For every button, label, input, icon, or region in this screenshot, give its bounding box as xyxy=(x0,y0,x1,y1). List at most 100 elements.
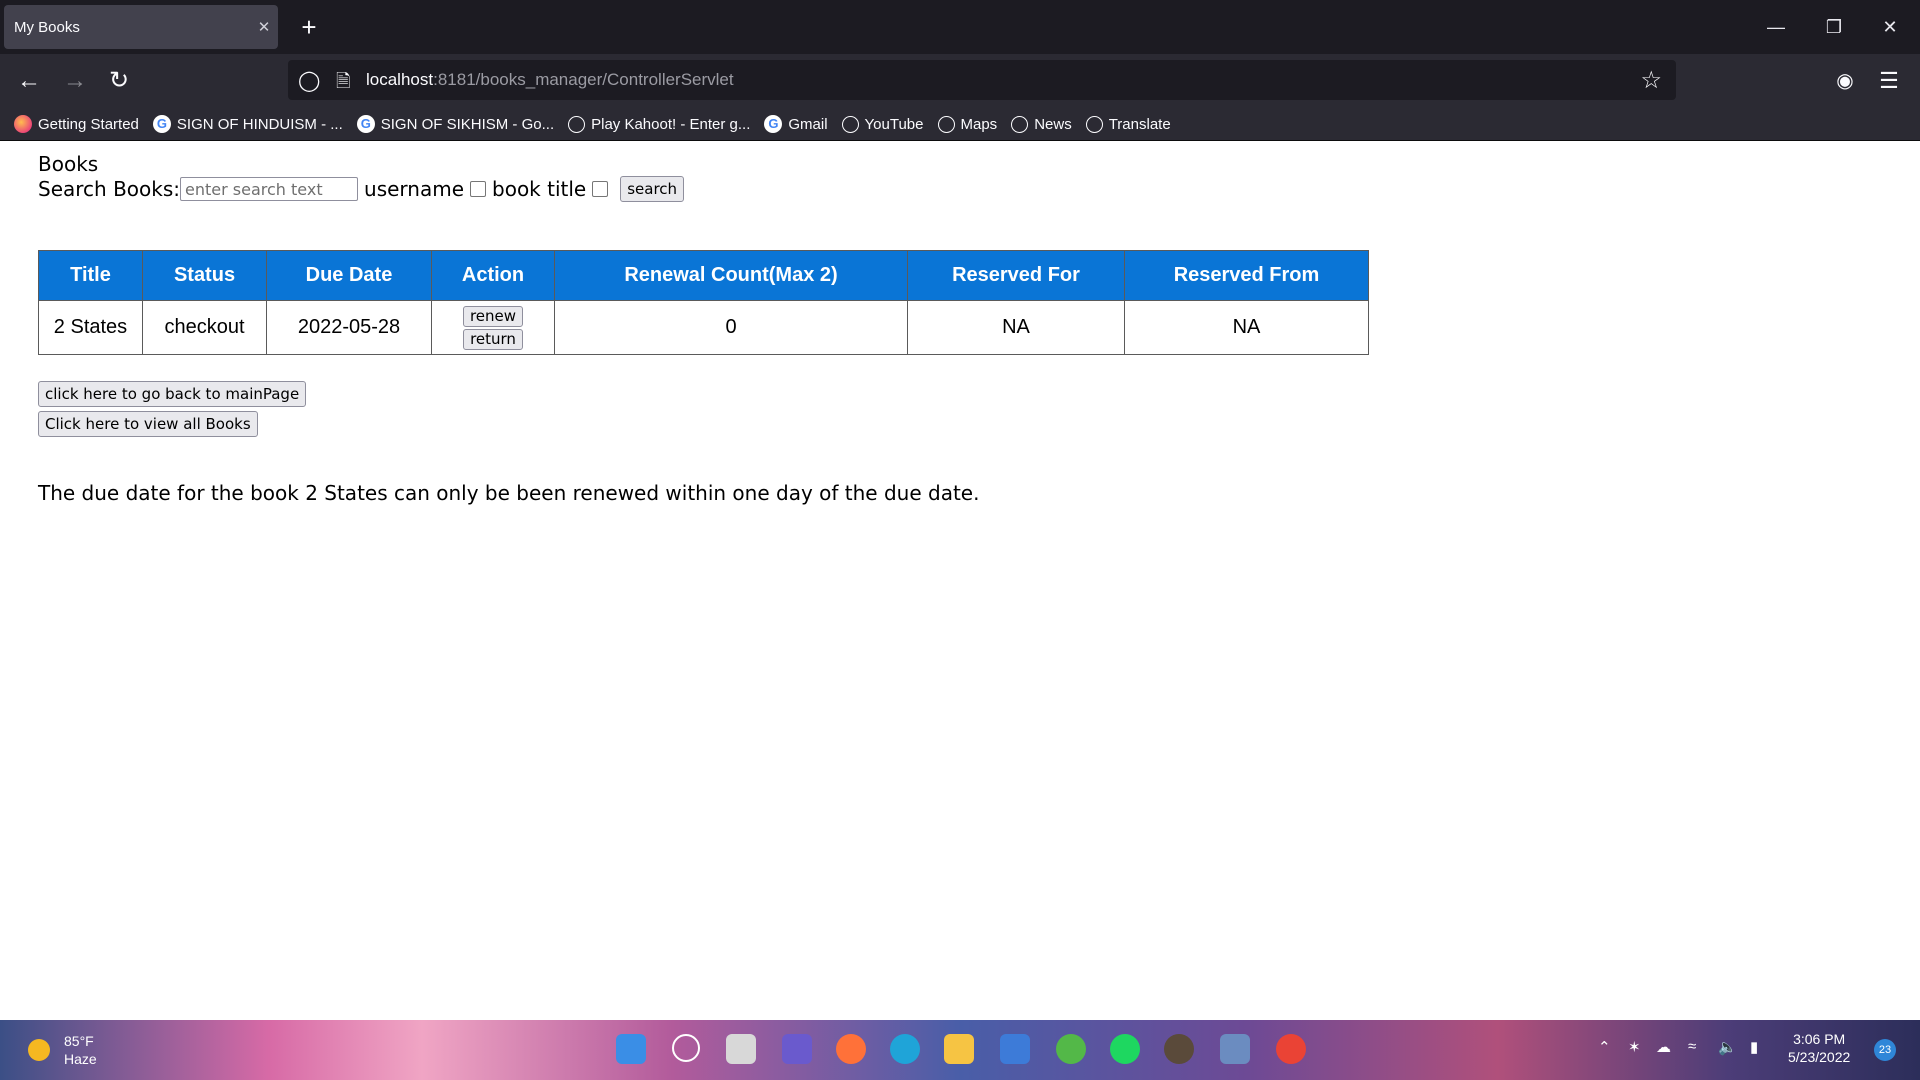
task-view-icon[interactable] xyxy=(726,1034,756,1064)
bookmark-sign-of-hinduism[interactable]: G SIGN OF HINDUISM - ... xyxy=(152,115,343,133)
bookmark-getting-started[interactable]: Getting Started xyxy=(14,115,139,133)
bookmark-sign-of-sikhism[interactable]: G SIGN OF SIKHISM - Go... xyxy=(356,115,555,133)
url-host: localhost xyxy=(366,70,434,89)
file-explorer-icon[interactable] xyxy=(944,1034,974,1064)
bookmark-label: News xyxy=(1034,115,1072,133)
close-tab-icon[interactable]: ✕ xyxy=(250,18,278,36)
menu-icon[interactable]: ☰ xyxy=(1874,66,1904,96)
column-header-title: Title xyxy=(38,250,143,301)
column-header-action: Action xyxy=(431,250,555,301)
username-checkbox[interactable] xyxy=(470,181,487,197)
window-close-icon[interactable]: ✕ xyxy=(1870,12,1910,42)
utorrent-icon[interactable] xyxy=(1056,1034,1086,1064)
column-header-status: Status xyxy=(142,250,267,301)
battery-icon[interactable]: ▮ xyxy=(1750,1038,1758,1056)
column-header-due-date: Due Date xyxy=(266,250,432,301)
restore-icon[interactable]: ❐ xyxy=(1814,12,1854,42)
minimize-icon[interactable]: — xyxy=(1756,12,1796,42)
bookmark-label: SIGN OF HINDUISM - ... xyxy=(176,115,343,133)
search-input[interactable] xyxy=(180,177,359,201)
sun-icon xyxy=(28,1039,50,1061)
settings-icon[interactable] xyxy=(1164,1034,1194,1064)
bluetooth-icon[interactable]: ✶ xyxy=(1628,1038,1641,1056)
page-content: Books Search Books: username book title … xyxy=(0,141,1920,1020)
renewal-message: The due date for the book 2 States can o… xyxy=(38,481,980,505)
google-icon: G xyxy=(764,115,783,133)
renew-button[interactable]: renew xyxy=(462,305,524,327)
cell-renewal-count: 0 xyxy=(554,300,908,355)
search-icon[interactable] xyxy=(672,1034,700,1062)
spotify-icon[interactable] xyxy=(1110,1034,1140,1064)
google-icon: G xyxy=(356,115,375,133)
bookmark-translate[interactable]: Translate xyxy=(1085,115,1171,133)
page-info-icon[interactable]: 🗎 xyxy=(336,69,350,99)
chevron-up-icon[interactable]: ⌃ xyxy=(1598,1038,1611,1056)
return-button[interactable]: return xyxy=(463,328,523,350)
wifi-icon[interactable]: ≈ xyxy=(1688,1038,1696,1055)
bookmark-label: Maps xyxy=(960,115,998,133)
bookmark-label: YouTube xyxy=(864,115,924,133)
username-label: username xyxy=(364,177,465,201)
column-header-reserved-from: Reserved From xyxy=(1124,250,1369,301)
book-title-checkbox[interactable] xyxy=(592,181,609,197)
search-button[interactable]: search xyxy=(620,176,685,202)
weather-widget[interactable]: 85°F Haze xyxy=(28,1032,97,1068)
bookmark-label: Translate xyxy=(1108,115,1171,133)
cell-due-date: 2022-05-28 xyxy=(266,300,432,355)
notification-badge[interactable]: 23 xyxy=(1874,1039,1896,1061)
globe-icon xyxy=(1011,115,1029,133)
date: 5/23/2022 xyxy=(1788,1049,1851,1065)
search-row: Search Books: username book title search xyxy=(38,176,685,202)
bookmark-kahoot[interactable]: Play Kahoot! - Enter g... xyxy=(568,115,751,133)
books-table: Title Status Due Date Action Renewal Cou… xyxy=(38,250,1369,355)
bookmarks-bar: Getting Started G SIGN OF HINDUISM - ... … xyxy=(0,108,1920,140)
time: 3:06 PM xyxy=(1793,1031,1846,1047)
forward-icon[interactable]: → xyxy=(60,66,90,96)
book-title-label: book title xyxy=(492,177,587,201)
globe-icon xyxy=(568,115,586,133)
firefox-icon[interactable] xyxy=(836,1034,866,1064)
google-icon: G xyxy=(152,115,171,133)
chrome-icon[interactable] xyxy=(1276,1034,1306,1064)
navigation-bar: ← → ↻ ◯ 🗎 localhost:8181/books_manager/C… xyxy=(0,54,1920,108)
main-page-button[interactable]: click here to go back to mainPage xyxy=(38,381,307,407)
url-path: :8181/books_manager/ControllerServlet xyxy=(433,70,734,89)
globe-icon xyxy=(937,115,955,133)
globe-icon xyxy=(841,115,859,133)
tab-my-books[interactable]: My Books ✕ xyxy=(4,5,278,49)
pocket-icon[interactable]: ◉ xyxy=(1830,66,1860,96)
search-label: Search Books: xyxy=(38,177,181,201)
bookmark-gmail[interactable]: G Gmail xyxy=(764,115,828,133)
clock[interactable]: 3:06 PM 5/23/2022 xyxy=(1788,1030,1850,1066)
bookmark-label: Gmail xyxy=(788,115,828,133)
bookmark-label: SIGN OF SIKHISM - Go... xyxy=(380,115,555,133)
cell-status: checkout xyxy=(142,300,267,355)
back-icon[interactable]: ← xyxy=(14,66,44,96)
edge-icon[interactable] xyxy=(890,1034,920,1064)
bookmark-label: Getting Started xyxy=(38,115,139,133)
navigation-buttons: click here to go back to mainPage Click … xyxy=(38,381,307,437)
reload-icon[interactable]: ↻ xyxy=(104,66,134,96)
url-bar[interactable]: ◯ 🗎 localhost:8181/books_manager/Control… xyxy=(288,60,1676,100)
bookmark-maps[interactable]: Maps xyxy=(937,115,998,133)
shield-icon[interactable]: ◯ xyxy=(298,68,320,93)
view-all-books-button[interactable]: Click here to view all Books xyxy=(38,411,258,437)
tab-bar: My Books ✕ + — ❐ ✕ xyxy=(0,0,1920,54)
temperature: 85°F xyxy=(64,1033,94,1049)
cell-reserved-from: NA xyxy=(1124,300,1369,355)
column-header-reserved-for: Reserved For xyxy=(907,250,1125,301)
cell-reserved-for: NA xyxy=(907,300,1125,355)
windows-start-icon[interactable] xyxy=(616,1034,646,1064)
volume-icon[interactable]: 🔈 xyxy=(1718,1038,1737,1056)
bookmark-label: Play Kahoot! - Enter g... xyxy=(591,115,751,133)
table-row: 2 States checkout 2022-05-28 renew retur… xyxy=(38,300,1369,355)
teams-chat-icon[interactable] xyxy=(782,1034,812,1064)
postgresql-icon[interactable] xyxy=(1220,1034,1250,1064)
bookmark-news[interactable]: News xyxy=(1011,115,1072,133)
bookmark-youtube[interactable]: YouTube xyxy=(841,115,924,133)
bookmark-star-icon[interactable]: ☆ xyxy=(1640,66,1662,95)
url-text[interactable]: localhost:8181/books_manager/ControllerS… xyxy=(366,70,734,90)
cloud-icon[interactable]: ☁ xyxy=(1656,1038,1671,1056)
mail-icon[interactable] xyxy=(1000,1034,1030,1064)
new-tab-button[interactable]: + xyxy=(294,12,324,42)
